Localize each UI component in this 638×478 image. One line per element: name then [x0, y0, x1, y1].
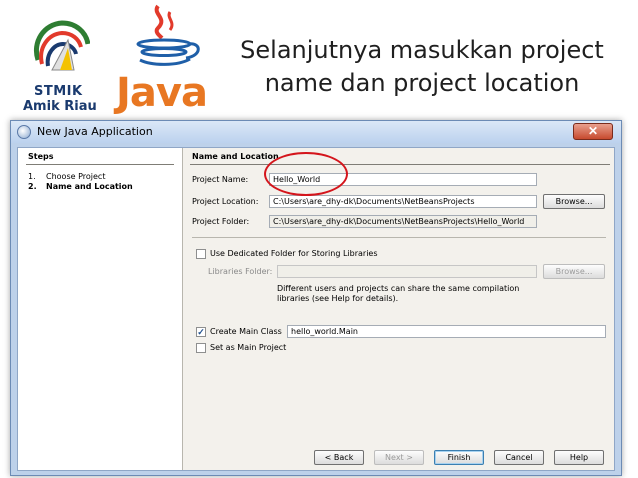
title-bar[interactable]: New Java Application ✕	[11, 121, 621, 143]
cancel-button[interactable]: Cancel	[494, 450, 544, 465]
project-location-label: Project Location:	[192, 197, 259, 206]
set-main-project-label: Set as Main Project	[210, 343, 287, 352]
stmik-emblem-icon	[34, 20, 90, 71]
back-button[interactable]: < Back	[314, 450, 364, 465]
help-button[interactable]: Help	[554, 450, 604, 465]
libraries-folder-field[interactable]	[277, 265, 537, 278]
steps-heading: Steps	[28, 152, 54, 161]
step-name-and-location: 2. Name and Location	[28, 182, 133, 191]
libraries-help-text: Different users and projects can share t…	[277, 284, 519, 304]
dedicated-folder-checkbox[interactable]	[196, 249, 206, 259]
help-line-1: Different users and projects can share t…	[277, 284, 520, 293]
stmik-line1: STMIK	[34, 84, 83, 99]
close-button[interactable]: ✕	[573, 123, 613, 140]
main-class-field[interactable]: hello_world.Main	[287, 325, 606, 338]
libraries-browse-button[interactable]: Browse...	[543, 264, 605, 279]
project-name-label: Project Name:	[192, 175, 249, 184]
step-choose-project: 1. Choose Project	[28, 172, 106, 181]
next-button[interactable]: Next >	[374, 450, 424, 465]
form-divider	[190, 164, 610, 165]
help-line-2: libraries (see Help for details).	[277, 294, 399, 303]
create-main-class-checkbox[interactable]: ✓	[196, 327, 206, 337]
highlight-circle-annotation	[264, 152, 348, 196]
netbeans-window-icon	[17, 125, 31, 139]
java-logo: Java	[112, 4, 222, 116]
slide-title: Selanjutnya masukkan project name dan pr…	[240, 36, 604, 97]
stmik-logo: STMIK Amik Riau	[20, 18, 100, 114]
set-main-project-checkbox[interactable]	[196, 343, 206, 353]
stmik-line2: Amik Riau	[23, 99, 97, 114]
project-folder-field: C:\Users\are_dhy-dk\Documents\NetBeansPr…	[269, 215, 537, 228]
section-separator	[192, 237, 606, 238]
project-folder-label: Project Folder:	[192, 217, 250, 226]
steps-pane: Steps 1. Choose Project 2. Name and Locati…	[18, 148, 183, 470]
create-main-class-label: Create Main Class	[210, 327, 282, 336]
project-location-browse-button[interactable]: Browse...	[543, 194, 605, 209]
libraries-folder-label: Libraries Folder:	[208, 267, 273, 276]
dialog-content: Steps 1. Choose Project 2. Name and Locati…	[17, 147, 615, 471]
dedicated-folder-label: Use Dedicated Folder for Storing Librari…	[210, 249, 378, 258]
java-wordmark: Java	[116, 70, 208, 116]
finish-button[interactable]: Finish	[434, 450, 484, 465]
window-title: New Java Application	[37, 125, 153, 138]
project-location-field[interactable]: C:\Users\are_dhy-dk\Documents\NetBeansPr…	[269, 195, 537, 208]
java-cup-icon	[136, 4, 200, 66]
form-heading: Name and Location	[192, 152, 279, 161]
steps-divider	[26, 164, 174, 165]
